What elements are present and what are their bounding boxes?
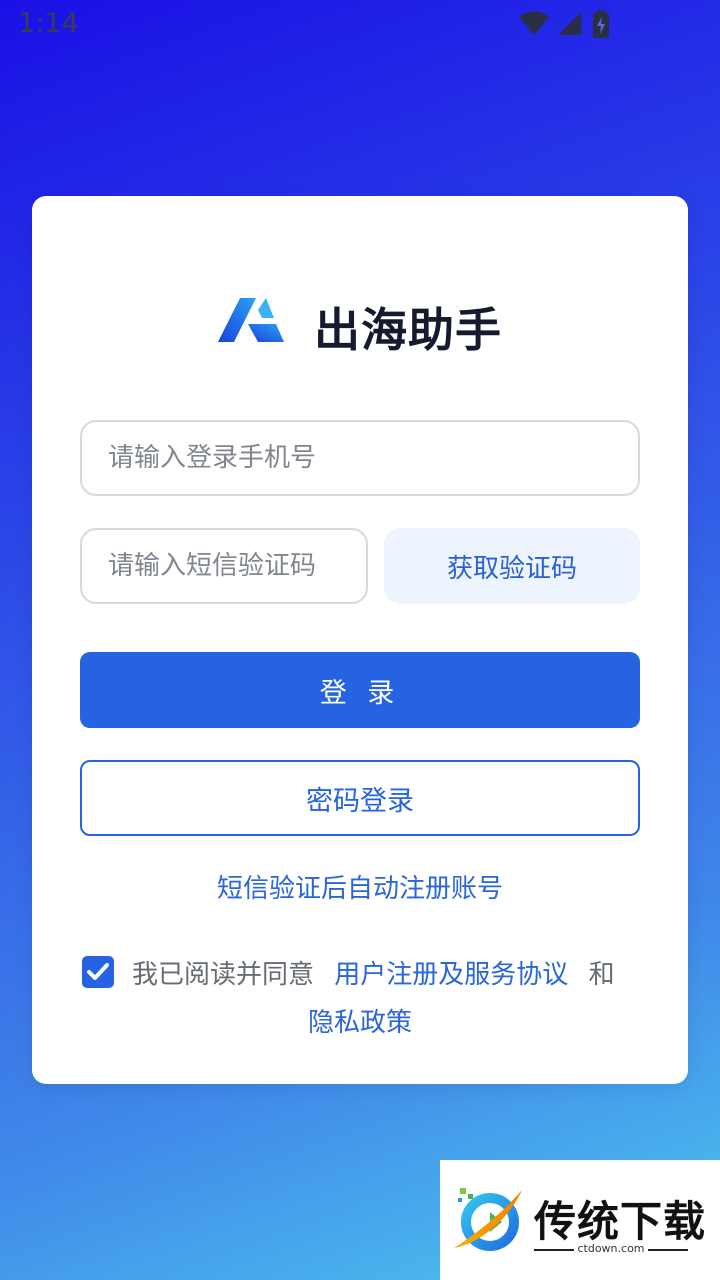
wifi-icon [519,11,549,35]
phone-input[interactable] [80,420,640,496]
status-bar: 1:14 [0,0,720,52]
watermark-title: 传统下载 [534,1197,707,1246]
login-button[interactable]: 登 录 [80,652,640,728]
watermark: 传统下载 ctdown.com [440,1160,720,1280]
brand-header: 出海助手 [218,292,518,357]
agreement-prefix: 我已阅读并同意 [132,960,315,990]
signal-icon [558,12,581,35]
battery-charging-icon [593,10,609,38]
password-login-button[interactable]: 密码登录 [80,760,640,836]
get-code-button[interactable]: 获取验证码 [384,528,640,604]
agreement-line: 我已阅读并同意 用户注册及服务协议 和 [132,954,615,991]
terms-link[interactable]: 用户注册及服务协议 [334,960,568,990]
login-card: 出海助手 获取验证码 登 录 密码登录 短信验证后自动注册账号 我已阅读并同意 … [32,196,688,1084]
app-logo-icon [218,298,284,342]
app-name: 出海助手 [314,303,502,357]
privacy-link[interactable]: 隐私政策 [308,1008,412,1038]
agreement-conjunction: 和 [588,960,615,990]
agreement-line-2: 隐私政策 [80,1002,640,1039]
status-time: 1:14 [18,8,79,39]
auto-register-note: 短信验证后自动注册账号 [216,874,503,904]
checkmark-icon [87,963,109,980]
sms-code-input[interactable] [80,528,368,604]
agreement-checkbox[interactable] [82,956,114,988]
watermark-rule-right [648,1249,688,1251]
watermark-logo-icon [454,1188,522,1251]
